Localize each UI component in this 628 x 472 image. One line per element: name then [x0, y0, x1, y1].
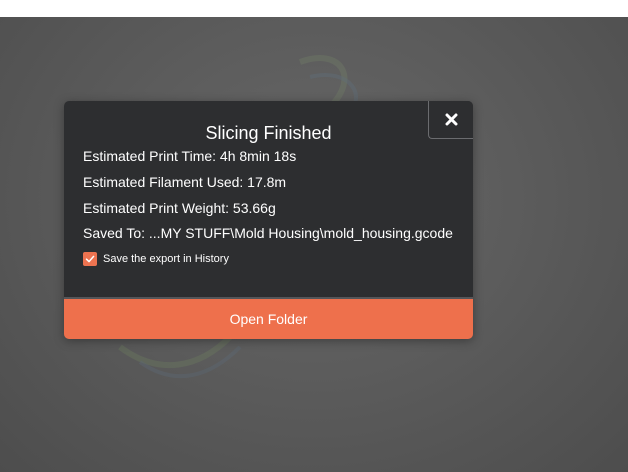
saved-to-path: Saved To: ...MY STUFF\Mold Housing\mold_…	[83, 225, 453, 241]
top-strip	[0, 0, 628, 17]
open-folder-button[interactable]: Open Folder	[64, 299, 473, 339]
checkmark-icon	[85, 255, 95, 263]
estimated-print-time: Estimated Print Time: 4h 8min 18s	[83, 148, 297, 164]
save-history-checkbox[interactable]	[83, 252, 97, 266]
save-history-label: Save the export in History	[103, 252, 229, 265]
dialog-title: Slicing Finished	[205, 123, 332, 143]
dialog-body: Slicing Finished Estimated Print Time: 4…	[64, 101, 473, 299]
save-history-checkbox-row[interactable]: Save the export in History	[83, 252, 229, 266]
estimated-print-weight: Estimated Print Weight: 53.66g	[83, 200, 276, 216]
estimated-filament-used: Estimated Filament Used: 17.8m	[83, 174, 287, 190]
slicing-finished-dialog: Slicing Finished Estimated Print Time: 4…	[64, 101, 473, 339]
